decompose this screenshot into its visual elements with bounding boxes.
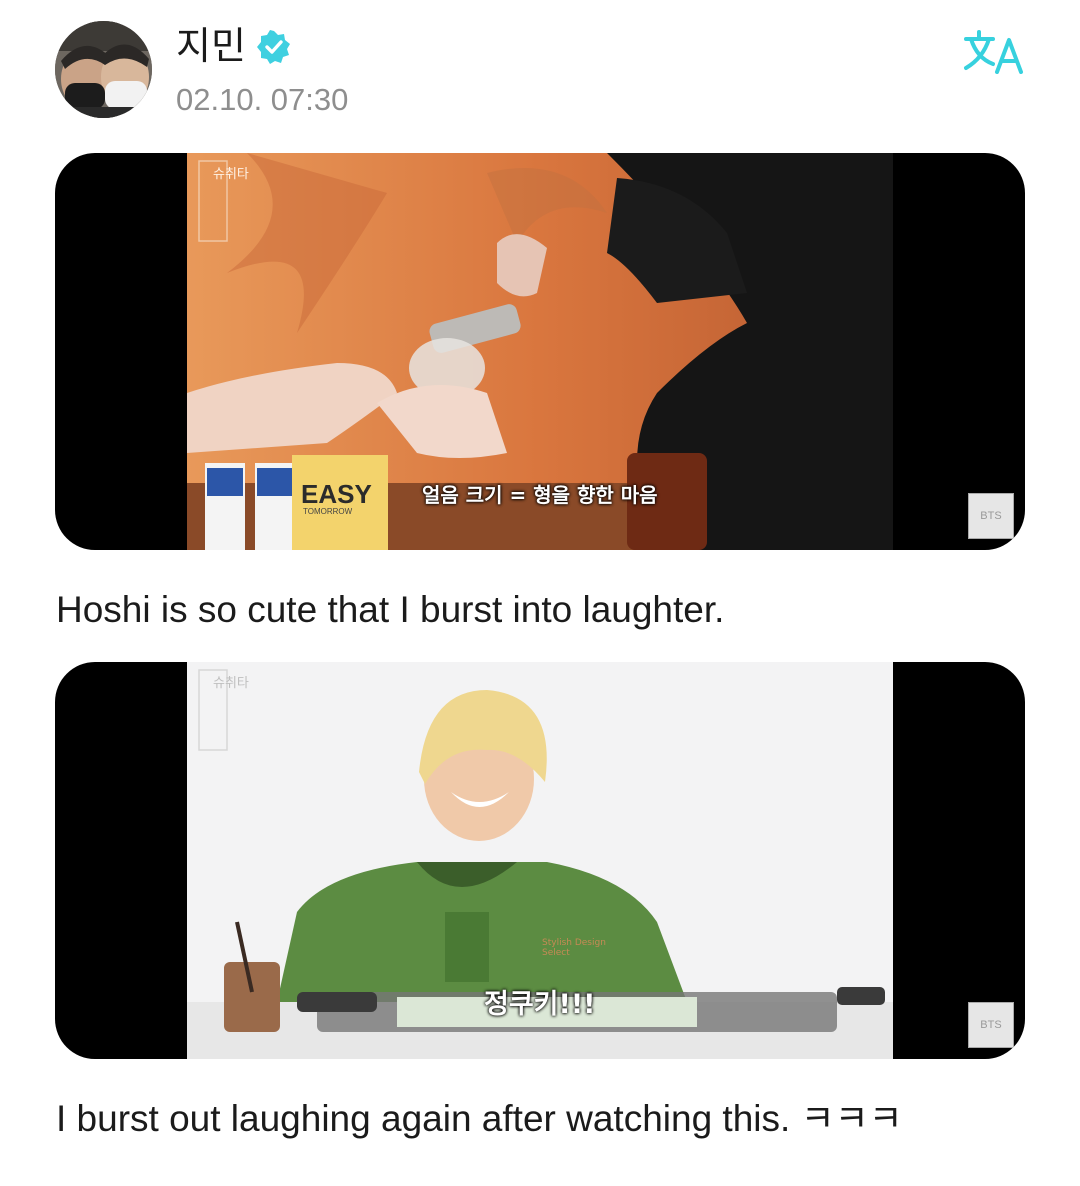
avatar[interactable] bbox=[55, 21, 152, 118]
avatar-photo bbox=[55, 21, 152, 118]
channel-logo: 슈취타 bbox=[213, 167, 249, 183]
translate-button[interactable] bbox=[963, 30, 1025, 74]
translate-icon bbox=[964, 30, 1023, 74]
post-timestamp: 02.10. 07:30 bbox=[176, 82, 349, 117]
media-card-1[interactable]: 슈취타 EASY TOMORROW 얼음 크기 = 형을 향한 마음 BTS bbox=[55, 153, 1025, 550]
video-caption-1: 얼음 크기 = 형을 향한 마음 bbox=[422, 483, 658, 507]
post-text-1: Hoshi is so cute that I burst into laugh… bbox=[56, 589, 725, 630]
channel-logo: 슈취타 bbox=[213, 676, 249, 692]
video-caption-2: 정쿠키!!! bbox=[484, 989, 596, 1020]
video-frame-2: 슈취타 Stylish Design Select 정쿠키!!! bbox=[187, 662, 893, 1059]
verified-badge-icon bbox=[257, 30, 291, 64]
post-text-2: I burst out laughing again after watchin… bbox=[56, 1098, 903, 1139]
username[interactable]: 지민 bbox=[176, 24, 246, 68]
video-frame-1: 슈취타 EASY TOMORROW 얼음 크기 = 형을 향한 마음 bbox=[187, 153, 893, 550]
product-label: EASY bbox=[301, 479, 372, 509]
hoodie-print: Stylish Design Select bbox=[542, 938, 606, 958]
media-card-2[interactable]: 슈취타 Stylish Design Select 정쿠키!!! BTS bbox=[55, 662, 1025, 1059]
product-sublabel: TOMORROW bbox=[303, 507, 353, 516]
bts-watermark: BTS bbox=[968, 1002, 1014, 1048]
bts-watermark: BTS bbox=[968, 493, 1014, 539]
